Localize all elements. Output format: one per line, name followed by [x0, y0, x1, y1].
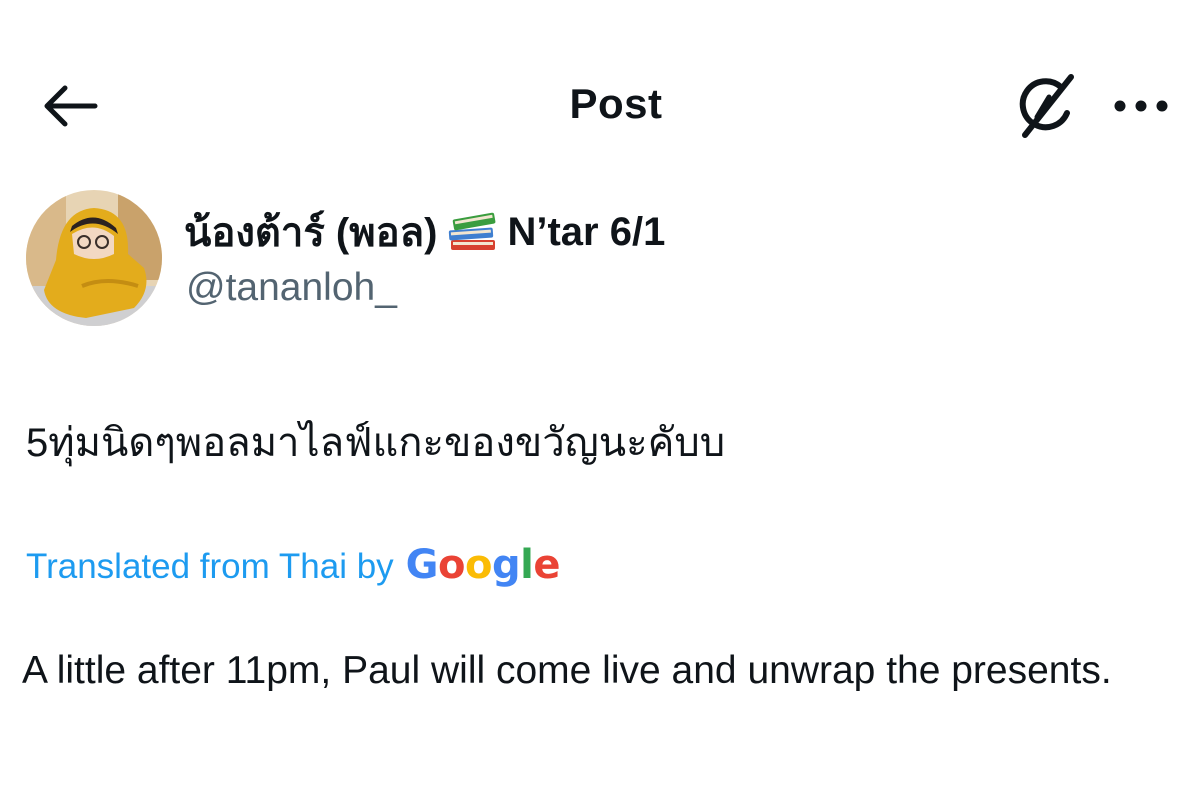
author-display-name[interactable]: น้องต้าร์ (พอล) N’tar 6/1 — [184, 200, 665, 264]
author-name-thai: น้องต้าร์ (พอล) — [184, 211, 438, 255]
top-bar: Post — [0, 0, 1200, 200]
avatar[interactable] — [26, 190, 162, 326]
translated-text: A little after 11pm, Paul will come live… — [22, 649, 1112, 692]
google-logo: Google — [405, 542, 561, 588]
google-logo-letter: o — [438, 542, 465, 588]
grok-button[interactable] — [1012, 72, 1084, 140]
google-logo-letter: g — [491, 542, 521, 588]
post-text: 5ทุ่มนิดๆพอลมาไลฟ์แกะของขวัญนะคับบ — [26, 421, 726, 465]
author-name-suffix: N’tar 6/1 — [507, 209, 666, 254]
google-logo-letter: G — [405, 542, 439, 588]
translation-label: Translated from Thai by — [26, 547, 394, 586]
author-handle[interactable]: @tananloh_ — [186, 266, 397, 310]
books-emoji-icon — [447, 210, 499, 254]
google-logo-letter: l — [520, 542, 534, 588]
more-horizontal-icon — [1114, 100, 1168, 112]
google-logo-letter: e — [533, 542, 560, 588]
google-logo-letter: o — [464, 542, 492, 588]
translation-attribution[interactable]: Translated from Thai by Google — [26, 542, 560, 588]
grok-icon — [1019, 74, 1074, 138]
more-options-button[interactable] — [1108, 86, 1174, 126]
